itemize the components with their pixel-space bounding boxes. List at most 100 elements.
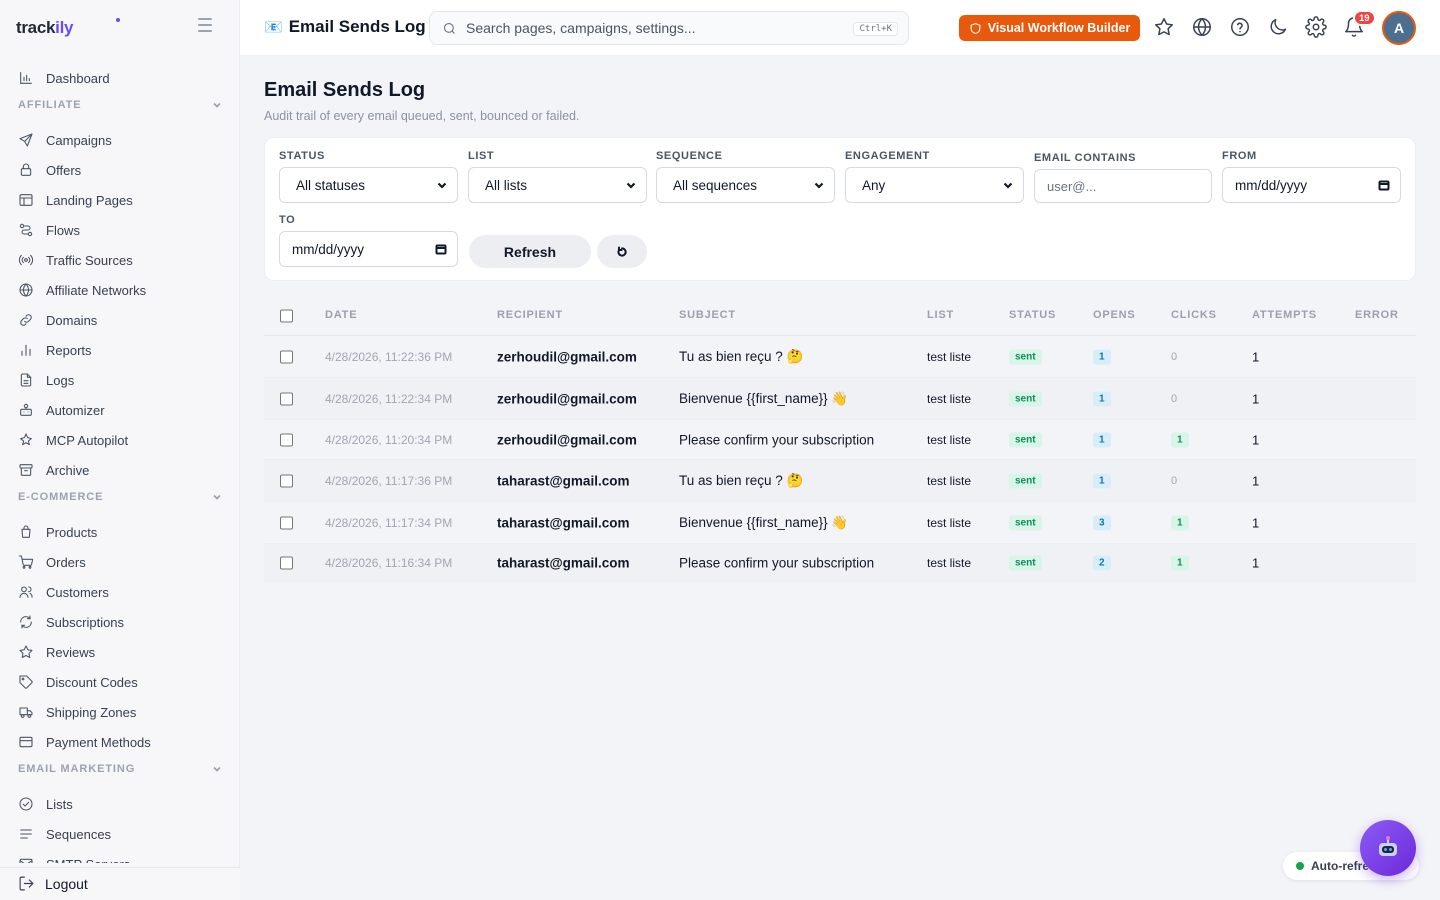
column-header-status[interactable]: STATUS <box>1009 309 1056 321</box>
language-button[interactable] <box>1191 16 1213 38</box>
search-input[interactable] <box>466 20 836 36</box>
sidebar-item-mcp-autopilot[interactable]: MCP Autopilot <box>16 425 224 455</box>
column-header-recipient[interactable]: RECIPIENT <box>497 309 563 321</box>
sidebar-section-title: EMAIL MARKETING <box>18 763 136 775</box>
email-sends-table: DATE RECIPIENT SUBJECT LIST STATUS OPENS CLICK… <box>264 296 1416 582</box>
brand-logo[interactable]: trackily <box>16 18 73 38</box>
bag-icon <box>21 525 31 538</box>
list-filter-select[interactable]: All lists <box>468 167 647 203</box>
column-header-error[interactable]: ERROR <box>1355 309 1399 321</box>
recipient-email[interactable]: zerhoudil@gmail.com <box>497 349 637 364</box>
refresh-button[interactable]: Refresh <box>469 235 591 268</box>
opens-count-badge: 1 <box>1093 391 1111 406</box>
star-icon <box>19 645 33 658</box>
sidebar-item-orders[interactable]: Orders <box>16 547 224 577</box>
ai-assistant-button[interactable] <box>1360 820 1416 876</box>
recipient-email[interactable]: taharast@gmail.com <box>497 515 629 530</box>
column-header-attempts[interactable]: ATTEMPTS <box>1252 309 1317 321</box>
sidebar-section-email-marketing[interactable]: EMAIL MARKETING <box>18 759 222 779</box>
email-contains-label: EMAIL CONTAINS <box>1034 152 1137 164</box>
live-status-dot <box>1296 862 1304 870</box>
visual-workflow-builder-button[interactable]: Visual Workflow Builder <box>959 15 1140 41</box>
column-header-opens[interactable]: OPENS <box>1093 309 1136 321</box>
email-contains-input[interactable]: user@... <box>1034 169 1212 203</box>
row-select-checkbox[interactable] <box>280 556 293 569</box>
column-header-subject[interactable]: SUBJECT <box>679 309 736 321</box>
column-header-date[interactable]: DATE <box>325 309 357 321</box>
table-row[interactable]: 4/28/2026, 11:17:34 PM taharast@gmail.com… <box>264 502 1416 544</box>
row-select-checkbox[interactable] <box>280 392 293 405</box>
table-row[interactable]: 4/28/2026, 11:22:36 PM zerhoudil@gmail.co… <box>264 336 1416 378</box>
route-icon <box>19 223 33 237</box>
sidebar-item-campaigns[interactable]: Campaigns <box>16 125 224 155</box>
sidebar-item-traffic-sources[interactable]: Traffic Sources <box>16 245 224 275</box>
favorites-button[interactable] <box>1153 16 1175 38</box>
sidebar-item-logs[interactable]: Logs <box>16 365 224 395</box>
sidebar-nav: Dashboard AFFILIATE Campaigns Offers Landing… <box>0 63 240 863</box>
table-row[interactable]: 4/28/2026, 11:22:34 PM zerhoudil@gmail.co… <box>264 378 1416 420</box>
row-select-checkbox[interactable] <box>280 516 293 529</box>
row-select-checkbox[interactable] <box>280 474 293 487</box>
sidebar-item-payment-methods[interactable]: Payment Methods <box>16 727 224 757</box>
visual-workflow-builder-label: Visual Workflow Builder <box>987 21 1131 35</box>
theme-toggle-button[interactable] <box>1267 16 1289 38</box>
column-header-list[interactable]: LIST <box>927 309 954 321</box>
sidebar-item-offers[interactable]: Offers <box>16 155 224 185</box>
sidebar-item-domains[interactable]: Domains <box>16 305 224 335</box>
sequence-filter-select[interactable]: All sequences <box>656 167 835 203</box>
send-date: 4/28/2026, 11:17:34 PM <box>325 515 453 530</box>
sidebar-item-discount-codes[interactable]: Discount Codes <box>16 667 224 697</box>
recipient-email[interactable]: zerhoudil@gmail.com <box>497 391 637 406</box>
sidebar-collapse-button[interactable] <box>198 18 218 34</box>
sidebar-item-affiliate-networks[interactable]: Affiliate Networks <box>16 275 224 305</box>
reset-filters-button[interactable] <box>597 235 647 268</box>
global-search[interactable]: Ctrl+K <box>429 11 909 45</box>
from-date-input[interactable]: mm/dd/yyyy <box>1222 167 1401 203</box>
select-all-checkbox[interactable] <box>280 309 293 322</box>
sidebar-item-lists[interactable]: Lists <box>16 789 224 819</box>
to-date-input[interactable]: mm/dd/yyyy <box>279 231 458 267</box>
sidebar-item-label: Shipping Zones <box>46 704 137 720</box>
sidebar-item-label: SMTP Servers <box>46 857 130 864</box>
sidebar-item-dashboard[interactable]: Dashboard <box>16 63 224 93</box>
sidebar-section-e-commerce[interactable]: E-COMMERCE <box>18 487 222 507</box>
sidebar-item-subscriptions[interactable]: Subscriptions <box>16 607 224 637</box>
help-button[interactable] <box>1229 16 1251 38</box>
recipient-email[interactable]: zerhoudil@gmail.com <box>497 432 637 447</box>
logout-label: Logout <box>45 875 88 892</box>
logout-button[interactable]: Logout <box>16 875 88 892</box>
status-badge: sent <box>1009 515 1042 530</box>
opens-count-badge: 3 <box>1093 515 1111 530</box>
sidebar-item-label: Flows <box>46 222 80 238</box>
sidebar-item-reviews[interactable]: Reviews <box>16 637 224 667</box>
clicks-count: 1 <box>1171 515 1189 530</box>
archive-icon <box>19 464 33 476</box>
user-avatar[interactable]: A <box>1382 11 1416 45</box>
column-header-clicks[interactable]: CLICKS <box>1171 309 1217 321</box>
sidebar-item-customers[interactable]: Customers <box>16 577 224 607</box>
sidebar-item-archive[interactable]: Archive <box>16 455 224 485</box>
sidebar-section-affiliate[interactable]: AFFILIATE <box>18 95 222 115</box>
recipient-email[interactable]: taharast@gmail.com <box>497 473 629 488</box>
sidebar-item-shipping-zones[interactable]: Shipping Zones <box>16 697 224 727</box>
settings-button[interactable] <box>1305 16 1327 38</box>
recipient-email[interactable]: taharast@gmail.com <box>497 555 629 570</box>
email-subject: Please confirm your subscription <box>679 555 875 570</box>
sidebar-item-automizer[interactable]: Automizer <box>16 395 224 425</box>
row-select-checkbox[interactable] <box>280 433 293 446</box>
sidebar-item-flows[interactable]: Flows <box>16 215 224 245</box>
sidebar-item-products[interactable]: Products <box>16 517 224 547</box>
table-row[interactable]: 4/28/2026, 11:20:34 PM zerhoudil@gmail.co… <box>264 420 1416 460</box>
calendar-icon <box>1378 180 1390 191</box>
chevron-down-icon <box>213 494 221 500</box>
sidebar-item-sequences[interactable]: Sequences <box>16 819 224 849</box>
sidebar-item-label: Lists <box>46 796 73 812</box>
engagement-filter-select[interactable]: Any <box>845 167 1024 203</box>
status-filter-select[interactable]: All statuses <box>279 167 458 203</box>
row-select-checkbox[interactable] <box>280 350 293 363</box>
table-row[interactable]: 4/28/2026, 11:16:34 PM taharast@gmail.com… <box>264 544 1416 582</box>
sidebar-item-landing-pages[interactable]: Landing Pages <box>16 185 224 215</box>
table-row[interactable]: 4/28/2026, 11:17:36 PM taharast@gmail.com… <box>264 460 1416 502</box>
sidebar-item-reports[interactable]: Reports <box>16 335 224 365</box>
sidebar-item-smtp-servers[interactable]: SMTP Servers <box>16 849 224 863</box>
